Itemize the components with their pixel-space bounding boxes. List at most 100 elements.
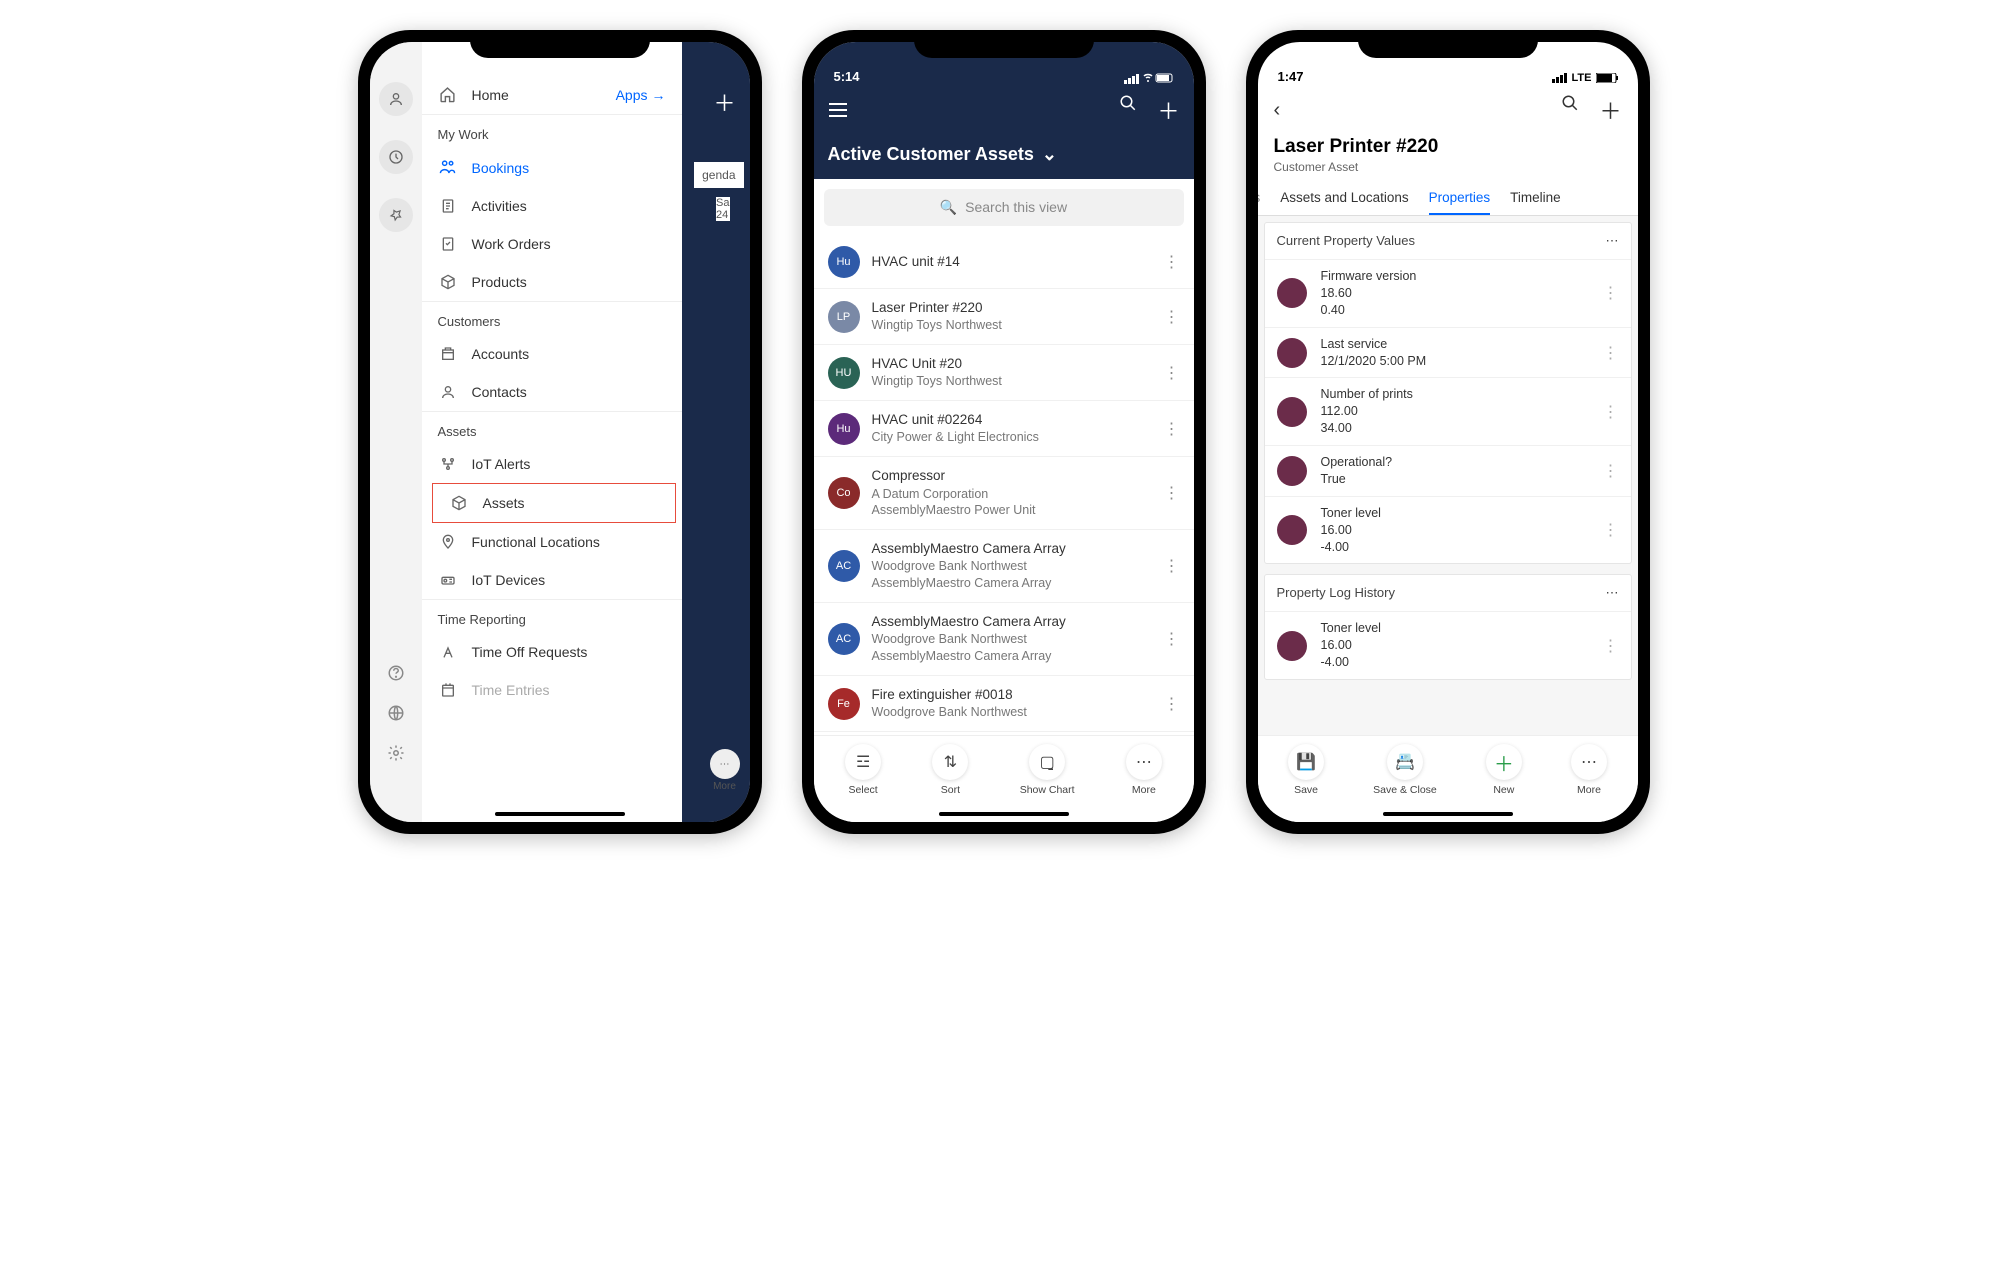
item-text: Laser Printer #220Wingtip Toys Northwest (872, 299, 1152, 334)
item-menu-icon[interactable]: ⋮ (1164, 419, 1180, 439)
property-row[interactable]: Firmware version18.600.40 ⋮ (1265, 259, 1631, 327)
item-menu-icon[interactable]: ⋮ (1164, 483, 1180, 503)
toolbar-show-chart[interactable]: ▢̱Show Chart (1020, 744, 1075, 796)
list-item[interactable]: Fe Fire extinguisher #0018Woodgrove Bank… (814, 676, 1194, 732)
products-icon (438, 274, 458, 290)
contacts-icon (438, 384, 458, 400)
nav-time-entries[interactable]: Time Entries (422, 671, 682, 709)
toolbar-save-and-close[interactable]: 📇Save & Close (1373, 744, 1437, 796)
property-text: Number of prints112.0034.00 (1321, 386, 1589, 437)
tab-timeline[interactable]: Timeline (1510, 190, 1561, 215)
home-indicator (939, 812, 1069, 816)
recent-icon[interactable] (379, 140, 413, 174)
asset-list[interactable]: Hu HVAC unit #14 ⋮LP Laser Printer #220W… (814, 236, 1194, 735)
list-item[interactable]: Co CompressorA Datum CorporationAssembly… (814, 457, 1194, 530)
toolbar-more[interactable]: ⋯More (1571, 744, 1607, 796)
item-menu-icon[interactable]: ⋮ (1603, 520, 1619, 540)
view-title[interactable]: Active Customer Assets ⌄ (828, 144, 1180, 165)
item-menu-icon[interactable]: ⋮ (1164, 252, 1180, 272)
profile-icon[interactable] (379, 82, 413, 116)
hamburger-icon[interactable] (828, 102, 848, 118)
property-row[interactable]: Operational?True ⋮ (1265, 445, 1631, 496)
section-my-work: My Work (422, 115, 682, 148)
pin-icon[interactable] (379, 198, 413, 232)
tab-partial[interactable]: ers (1258, 190, 1261, 215)
item-menu-icon[interactable]: ⋮ (1164, 629, 1180, 649)
property-row[interactable]: Number of prints112.0034.00 ⋮ (1265, 377, 1631, 445)
nav-home[interactable]: Home (472, 87, 509, 103)
item-text: Fire extinguisher #0018Woodgrove Bank No… (872, 686, 1152, 721)
toolbar-sort[interactable]: ⇅Sort (932, 744, 968, 796)
property-dot-icon (1277, 631, 1307, 661)
bookings-icon (438, 159, 458, 176)
list-item[interactable]: Hu HVAC unit #14 ⋮ (814, 236, 1194, 289)
properties-body[interactable]: Current Property Values ⋯ Firmware versi… (1258, 216, 1638, 735)
nav-iot-devices[interactable]: IoT Devices (422, 561, 682, 599)
toolbar-icon: 📇 (1387, 744, 1423, 780)
more-button[interactable]: ⋯ More (710, 749, 740, 792)
item-menu-icon[interactable]: ⋮ (1603, 343, 1619, 363)
globe-icon[interactable] (387, 704, 405, 722)
toolbar-icon: ⋯ (1126, 744, 1162, 780)
device-notch (470, 30, 650, 58)
list-item[interactable]: HU HVAC Unit #20Wingtip Toys Northwest ⋮ (814, 345, 1194, 401)
property-dot-icon (1277, 456, 1307, 486)
item-menu-icon[interactable]: ⋮ (1603, 461, 1619, 481)
tab-properties[interactable]: Properties (1429, 190, 1491, 215)
nav-accounts[interactable]: Accounts (422, 335, 682, 373)
home-indicator (1383, 812, 1513, 816)
avatar: Co (828, 477, 860, 509)
card-menu-icon[interactable]: ⋯ (1606, 233, 1619, 249)
nav-functional-locations[interactable]: Functional Locations (422, 523, 682, 561)
bottom-toolbar: 💾Save 📇Save & Close ＋New ⋯More (1258, 735, 1638, 822)
left-rail (370, 42, 422, 822)
search-icon[interactable] (1561, 94, 1579, 126)
item-menu-icon[interactable]: ⋮ (1164, 363, 1180, 383)
property-text: Operational?True (1321, 454, 1589, 488)
toolbar-select[interactable]: ☲Select (845, 744, 881, 796)
nav-contacts[interactable]: Contacts (422, 373, 682, 411)
item-menu-icon[interactable]: ⋮ (1603, 402, 1619, 422)
item-menu-icon[interactable]: ⋮ (1603, 283, 1619, 303)
nav-work-orders[interactable]: Work Orders (422, 225, 682, 263)
gear-icon[interactable] (387, 744, 405, 762)
item-menu-icon[interactable]: ⋮ (1164, 556, 1180, 576)
status-time: 1:47 (1278, 69, 1304, 84)
phone-mockup-3: 1:47 LTE ‹ ＋ Laser Printer #220 Customer… (1246, 30, 1650, 834)
nav-bookings[interactable]: Bookings (422, 148, 682, 187)
nav-time-off[interactable]: Time Off Requests (422, 633, 682, 671)
item-menu-icon[interactable]: ⋮ (1603, 636, 1619, 656)
history-card: Property Log History ⋯ Toner level16.00-… (1264, 574, 1632, 680)
nav-assets[interactable]: Assets (432, 483, 676, 523)
list-item[interactable]: AC AssemblyMaestro Camera ArrayWoodgrove… (814, 530, 1194, 603)
nav-activities[interactable]: Activities (422, 187, 682, 225)
card-menu-icon[interactable]: ⋯ (1606, 585, 1619, 601)
property-text: Toner level16.00-4.00 (1321, 620, 1589, 671)
apps-link[interactable]: Apps → (616, 87, 666, 103)
status-icons: LTE (1552, 72, 1618, 84)
add-icon[interactable]: ＋ (713, 86, 735, 118)
toolbar-more[interactable]: ⋯More (1126, 744, 1162, 796)
list-item[interactable]: AC AssemblyMaestro Camera ArrayWoodgrove… (814, 603, 1194, 676)
add-icon[interactable]: ＋ (1157, 94, 1179, 126)
list-item[interactable]: LP Laser Printer #220Wingtip Toys Northw… (814, 289, 1194, 345)
list-item[interactable]: Hu HVAC unit #02264City Power & Light El… (814, 401, 1194, 457)
toolbar-save[interactable]: 💾Save (1288, 744, 1324, 796)
arrow-right-icon: → (652, 87, 666, 103)
nav-iot-alerts[interactable]: IoT Alerts (422, 445, 682, 483)
tab-assets-locations[interactable]: Assets and Locations (1280, 190, 1408, 215)
back-icon[interactable]: ‹ (1274, 99, 1281, 122)
add-icon[interactable]: ＋ (1599, 94, 1621, 126)
search-bar[interactable]: 🔍 Search this view (824, 189, 1184, 226)
item-menu-icon[interactable]: ⋮ (1164, 694, 1180, 714)
toolbar-new[interactable]: ＋New (1486, 744, 1522, 796)
help-icon[interactable] (387, 664, 405, 682)
nav-products[interactable]: Products (422, 263, 682, 301)
property-row[interactable]: Toner level16.00-4.00 ⋮ (1265, 611, 1631, 679)
property-row[interactable]: Last service12/1/2020 5:00 PM ⋮ (1265, 327, 1631, 378)
item-menu-icon[interactable]: ⋮ (1164, 307, 1180, 327)
search-icon[interactable] (1119, 94, 1137, 126)
toolbar-icon: 💾 (1288, 744, 1324, 780)
avatar: Hu (828, 413, 860, 445)
property-row[interactable]: Toner level16.00-4.00 ⋮ (1265, 496, 1631, 564)
